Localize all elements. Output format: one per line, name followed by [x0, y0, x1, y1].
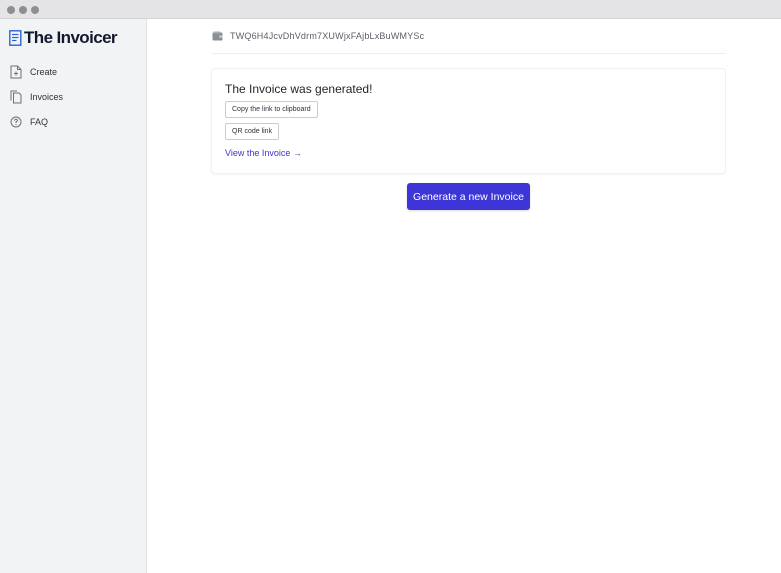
wallet-address: TWQ6H4JcvDhVdrm7XUWjxFAjbLxBuWMYSc [230, 31, 425, 41]
zoom-window-button[interactable] [31, 6, 39, 14]
documents-icon [10, 90, 22, 104]
sidebar: The Invoicer Create Invoices FAQ [0, 19, 147, 573]
document-plus-icon [10, 65, 22, 79]
sidebar-item-label: Create [30, 67, 58, 77]
qr-code-link-button[interactable]: QR code link [225, 123, 280, 140]
window-titlebar [0, 0, 781, 19]
close-window-button[interactable] [7, 6, 15, 14]
view-invoice-link[interactable]: View the Invoice → [225, 148, 302, 158]
minimize-window-button[interactable] [19, 6, 27, 14]
invoice-result-card: The Invoice was generated! Copy the link… [211, 68, 726, 174]
sidebar-item-create[interactable]: Create [10, 64, 57, 80]
sidebar-item-label: Invoices [30, 92, 64, 102]
sidebar-item-label: FAQ [30, 117, 49, 127]
sidebar-item-invoices[interactable]: Invoices [10, 89, 63, 105]
copy-link-button[interactable]: Copy the link to clipboard [225, 101, 318, 118]
result-title: The Invoice was generated! [225, 82, 373, 96]
account-header: TWQ6H4JcvDhVdrm7XUWjxFAjbLxBuWMYSc [211, 28, 726, 54]
generate-new-invoice-button[interactable]: Generate a new Invoice [407, 183, 530, 210]
brand-name: The Invoicer [24, 28, 118, 47]
app-logo[interactable]: The Invoicer [9, 28, 118, 47]
sidebar-item-faq[interactable]: FAQ [10, 114, 48, 130]
question-circle-icon [10, 116, 22, 128]
logo-document-icon [9, 30, 22, 46]
wallet-icon [212, 31, 223, 41]
